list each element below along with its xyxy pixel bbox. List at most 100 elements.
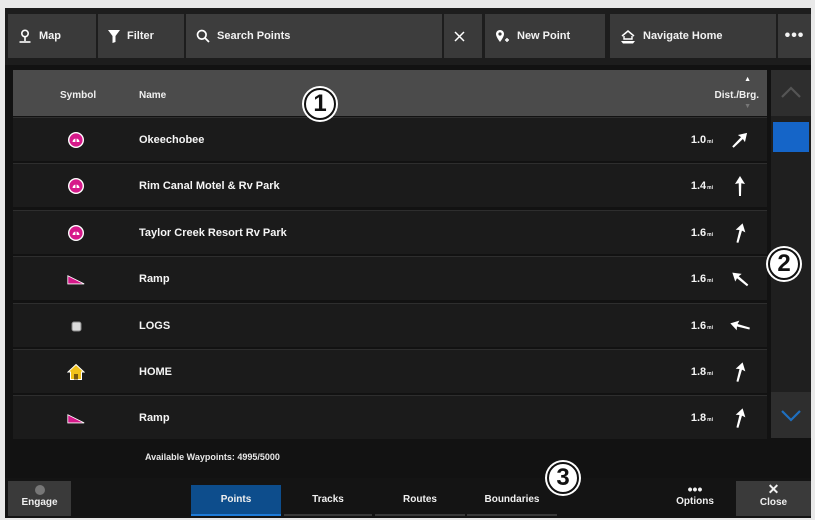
waypoint-name: HOME [139, 365, 172, 378]
search-placeholder: Search Points [217, 30, 291, 42]
bearing-arrow-icon [732, 132, 748, 148]
waypoint-distance: 1.6mi [691, 227, 713, 239]
distance-unit: mi [707, 231, 713, 238]
filter-button-label: Filter [127, 30, 154, 42]
bearing-arrow-icon [735, 362, 746, 382]
more-icon: ••• [784, 27, 805, 44]
distance-unit: mi [707, 417, 713, 424]
waypoint-distance: 1.4mi [691, 180, 713, 192]
more-menu-button[interactable]: ••• [778, 14, 811, 58]
pink-buoy-icon [68, 132, 84, 148]
waypoint-name: Ramp [139, 273, 170, 286]
waypoint-distance: 1.0mi [691, 134, 713, 146]
add-waypoint-icon [496, 29, 509, 42]
table-row[interactable]: Ramp 1.6mi [13, 256, 767, 301]
column-header-symbol[interactable]: Symbol [60, 90, 96, 101]
distance-value: 1.8 [690, 365, 707, 378]
bearing-arrow-icon [735, 176, 745, 197]
close-icon [454, 30, 465, 42]
map-person-icon [19, 29, 31, 43]
close-icon: ✕ [767, 481, 780, 497]
sort-ascending-icon: ▲ [744, 76, 751, 83]
waypoint-name: Okeechobee [139, 134, 205, 146]
options-label: Options [676, 496, 714, 507]
search-input[interactable]: Search Points [186, 14, 442, 58]
scroll-thumb[interactable] [773, 122, 809, 152]
home-icon [67, 363, 85, 380]
chevron-up-icon [781, 86, 801, 98]
distance-value: 1.6 [690, 226, 707, 239]
available-waypoints-count: Available Waypoints: 4995/5000 [145, 452, 280, 462]
distance-value: 1.6 [690, 273, 707, 286]
chevron-down-icon [781, 410, 801, 422]
sort-descending-icon: ▼ [744, 103, 751, 110]
bearing-arrow-icon [732, 272, 749, 287]
waypoint-distance: 1.8mi [691, 412, 713, 424]
table-row[interactable]: Okeechobee 1.0mi [13, 117, 767, 161]
distance-value: 1.8 [690, 412, 707, 425]
column-header-dist-brg[interactable]: Dist./Brg. [715, 90, 759, 101]
engage-button[interactable]: Engage [8, 481, 71, 516]
pink-buoy-icon [68, 178, 84, 195]
map-button[interactable]: Map [8, 14, 96, 58]
scroll-up-button[interactable] [771, 70, 811, 116]
bearing-arrow-icon [735, 408, 746, 429]
waypoint-list: Okeechobee 1.0mi Rim Canal Motel & Rv Park… [13, 117, 767, 442]
callout-2: 2 [768, 248, 800, 280]
waypoint-name: Ramp [139, 412, 170, 425]
ramp-icon [67, 414, 85, 424]
close-button[interactable]: ✕ Close [736, 481, 811, 516]
distance-value: 1.4 [690, 180, 707, 193]
top-toolbar: Map Filter Search Points New Point Navig… [5, 8, 811, 65]
close-label: Close [759, 497, 788, 508]
filter-icon [108, 29, 120, 43]
ramp-icon [67, 275, 85, 285]
column-header-name[interactable]: Name [139, 90, 166, 101]
distance-value: 1.6 [690, 319, 707, 332]
tab-tracks[interactable]: Tracks [284, 485, 372, 516]
bottom-bar: Engage Points Tracks Routes Boundaries •… [5, 478, 811, 518]
table-header: Symbol Name ▲ Dist./Brg. ▼ [13, 70, 767, 116]
callout-3: 3 [547, 462, 579, 494]
square-waypoint-icon [71, 321, 82, 332]
tab-routes[interactable]: Routes [375, 485, 465, 516]
tab-boundaries[interactable]: Boundaries [467, 485, 557, 516]
navigate-home-button[interactable]: Navigate Home [610, 14, 776, 58]
bearing-arrow-icon [735, 223, 746, 243]
waypoint-distance: 1.6mi [691, 273, 713, 285]
search-icon [196, 29, 210, 43]
bearing-arrow-icon [730, 320, 750, 330]
pink-buoy-icon [68, 224, 84, 241]
waypoint-name: Taylor Creek Resort Rv Park [139, 226, 287, 239]
table-row[interactable]: HOME 1.8mi [13, 348, 767, 393]
waypoint-distance: 1.6mi [691, 320, 713, 332]
tab-points[interactable]: Points [191, 485, 281, 516]
table-row[interactable]: Taylor Creek Resort Rv Park 1.6mi [13, 209, 767, 254]
options-button[interactable]: ••• Options [656, 481, 734, 516]
table-row[interactable]: Ramp 1.8mi [13, 395, 767, 440]
distance-unit: mi [707, 185, 713, 192]
engage-label: Engage [21, 497, 58, 508]
distance-value: 1.0 [690, 134, 707, 146]
new-point-button[interactable]: New Point [485, 14, 605, 58]
waypoint-name: LOGS [139, 319, 171, 332]
new-point-label: New Point [517, 30, 571, 42]
filter-button[interactable]: Filter [98, 14, 184, 58]
table-row[interactable]: Rim Canal Motel & Rv Park 1.4mi [13, 163, 767, 208]
waypoint-name: Rim Canal Motel & Rv Park [139, 180, 280, 193]
clear-search-button[interactable] [444, 14, 482, 58]
map-button-label: Map [39, 30, 61, 42]
options-icon: ••• [687, 481, 703, 497]
table-row[interactable]: LOGS 1.6mi [13, 302, 767, 347]
engage-icon [34, 485, 45, 495]
distance-unit: mi [707, 324, 713, 331]
waypoint-distance: 1.8mi [691, 366, 713, 378]
callout-1: 1 [304, 88, 336, 120]
distance-unit: mi [707, 278, 713, 285]
distance-unit: mi [707, 139, 713, 145]
waypoints-screen: Map Filter Search Points New Point Navig… [5, 8, 811, 518]
home-boat-icon [621, 29, 635, 43]
distance-unit: mi [707, 370, 713, 377]
scroll-down-button[interactable] [771, 392, 811, 438]
navigate-home-label: Navigate Home [643, 30, 723, 42]
